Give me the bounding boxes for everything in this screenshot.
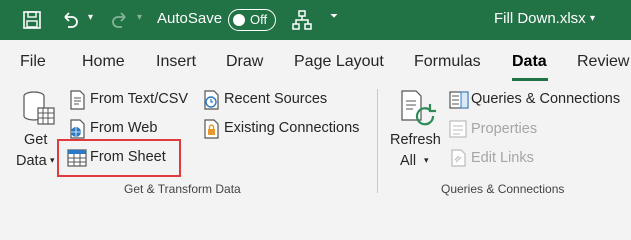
recent-sources-icon [202,90,220,115]
tab-file[interactable]: File [20,53,46,71]
queries-connections-button[interactable]: Queries & Connections [471,91,620,107]
tab-data[interactable]: Data [512,53,547,71]
get-data-caret-icon[interactable]: ▾ [50,155,55,166]
active-tab-indicator [512,78,548,81]
get-data-label-line1[interactable]: Get [24,132,47,148]
redo-caret-icon: ▾ [137,12,143,23]
refresh-all-label-line2[interactable]: All [400,153,416,169]
undo-caret-icon[interactable]: ▾ [88,12,93,23]
from-sheet-highlight [57,139,181,177]
save-icon[interactable] [20,8,44,32]
refresh-all-label-line1[interactable]: Refresh [390,132,441,148]
group-label-queries-connections: Queries & Connections [441,182,565,196]
tab-home[interactable]: Home [82,53,125,71]
text-csv-icon [68,90,86,115]
tab-formulas[interactable]: Formulas [414,53,481,71]
file-name-caret-icon[interactable]: ▾ [590,13,595,24]
existing-connections-button[interactable]: Existing Connections [224,120,359,136]
tab-draw[interactable]: Draw [226,53,263,71]
from-text-csv-button[interactable]: From Text/CSV [90,91,188,107]
autosave-label: AutoSave [157,10,223,27]
queries-connections-icon [449,91,469,114]
redo-icon [108,8,132,32]
get-data-label-line2[interactable]: Data [16,153,47,169]
tab-page-layout[interactable]: Page Layout [294,53,384,71]
properties-icon [449,120,469,143]
customize-caret-icon[interactable]: ⏷ [330,11,338,22]
recent-sources-button[interactable]: Recent Sources [224,91,327,107]
properties-button: Properties [471,121,538,137]
refresh-all-caret-icon[interactable]: ▾ [424,155,429,166]
title-bar: ▾ ▾ AutoSave Off ⏷ Fill Down.xlsx ▾ [0,0,631,40]
edit-links-icon [449,149,469,172]
file-name[interactable]: Fill Down.xlsx [494,10,586,27]
get-data-icon[interactable] [22,90,56,133]
existing-connections-icon [202,119,220,144]
ribbon-tabs: File Home Insert Draw Page Layout Formul… [0,40,631,84]
tree-icon[interactable] [290,8,314,32]
from-web-button[interactable]: From Web [90,120,157,136]
tab-review[interactable]: Review [577,53,629,71]
toggle-knob [233,14,245,26]
refresh-all-icon[interactable] [399,90,437,135]
undo-icon[interactable] [58,8,82,32]
autosave-state: Off [250,12,268,27]
tab-insert[interactable]: Insert [156,53,196,71]
edit-links-button: Edit Links [471,150,534,166]
autosave-toggle[interactable]: Off [228,9,276,31]
group-divider [377,89,378,193]
group-label-get-transform: Get & Transform Data [124,182,241,196]
